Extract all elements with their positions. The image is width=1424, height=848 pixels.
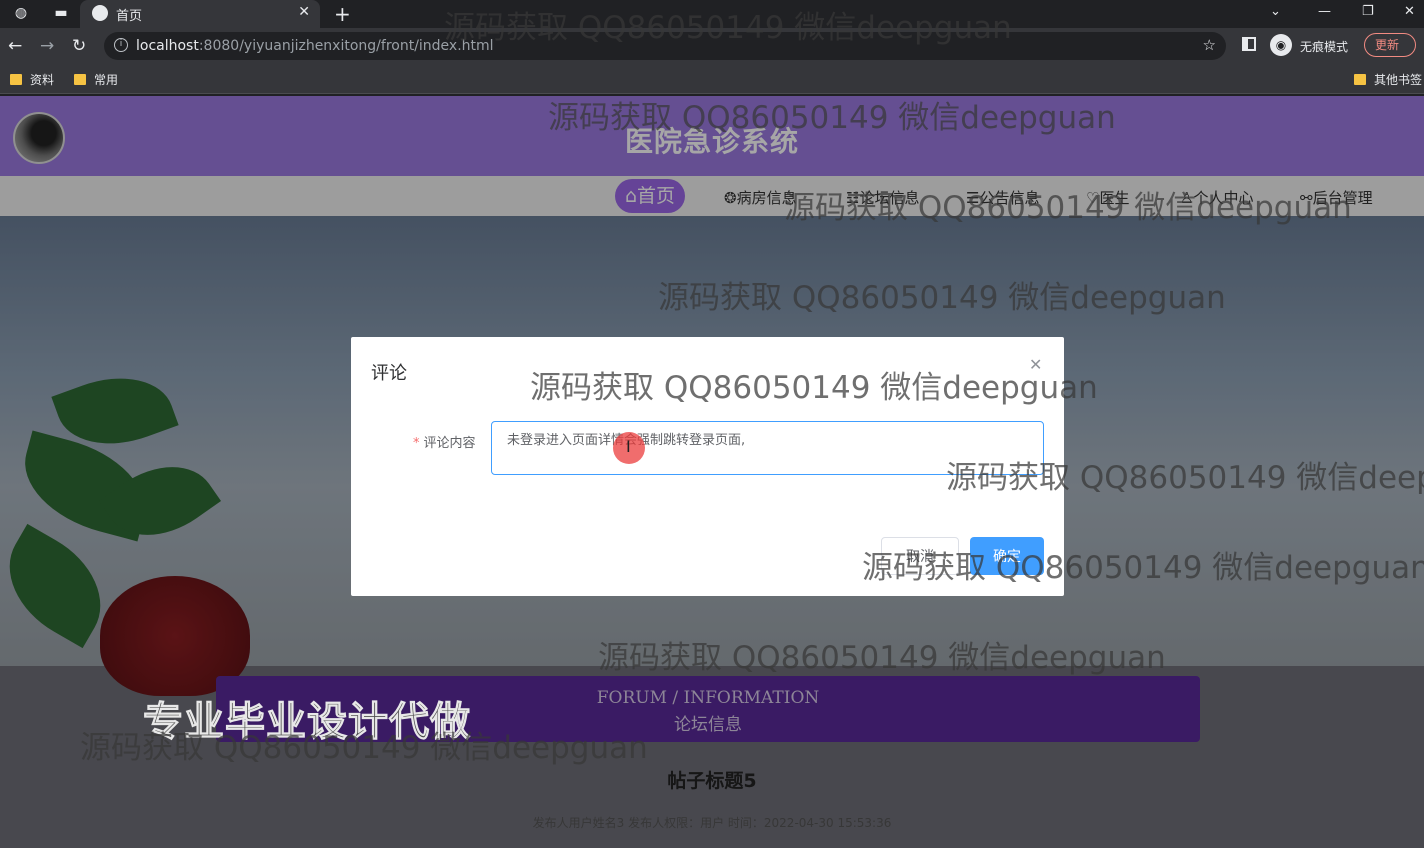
close-window-icon[interactable]: ✕ — [1404, 4, 1415, 19]
folder-icon — [74, 74, 86, 85]
other-bookmarks[interactable]: 其他书签 — [1354, 71, 1422, 88]
folder-icon — [10, 74, 22, 85]
restore-icon[interactable]: ❐ — [1362, 4, 1374, 19]
forward-arrow-icon[interactable]: → — [40, 36, 54, 56]
tab-title: 首页 — [116, 9, 143, 24]
bookmark-folder-changyong[interactable]: 常用 — [74, 71, 118, 88]
incognito-label: 无痕模式 — [1300, 40, 1349, 54]
url-text: localhost:8080/yiyuanjizhenxitong/front/… — [136, 38, 494, 54]
watermark: 源码获取 QQ86050149 微信deepguan — [658, 280, 1226, 316]
dialog-title: 评论 — [371, 363, 407, 384]
watermark: 源码获取 QQ86050149 微信deepguan — [80, 730, 648, 766]
close-icon[interactable]: ✕ — [298, 4, 310, 20]
required-marker: * — [413, 436, 420, 451]
watermark: 源码获取 QQ86050149 微信deepguan — [862, 550, 1424, 586]
globe-icon — [92, 5, 108, 21]
bookmark-star-icon[interactable]: ☆ — [1203, 36, 1216, 54]
watermark: 源码获取 QQ86050149 微信deepguan — [784, 190, 1352, 226]
minimize-icon[interactable]: — — [1318, 4, 1331, 19]
watermark: 源码获取 QQ86050149 微信deepguan — [530, 370, 1098, 406]
new-tab-icon[interactable]: + — [334, 2, 351, 26]
globe-icon[interactable]: ◍ — [10, 4, 32, 22]
bookmarks-bar: 资料 常用 其他书签 — [0, 64, 1424, 94]
update-button[interactable]: 更新 — [1364, 33, 1416, 57]
chevron-down-icon[interactable]: ⌄ — [1270, 4, 1281, 19]
folder-icon — [1354, 74, 1366, 85]
tab-search-icon[interactable]: ▬ — [50, 4, 72, 22]
watermark: 源码获取 QQ86050149 微信deepguan — [548, 100, 1116, 136]
info-icon[interactable]: i — [114, 38, 128, 52]
comment-field-label: * 评论内容 — [413, 436, 476, 451]
watermark: 源码获取 QQ86050149 微信deepguan — [946, 460, 1424, 494]
watermark: 源码获取 QQ86050149 微信deepguan — [444, 10, 1012, 46]
text-cursor-icon: I — [626, 437, 631, 456]
incognito-icon[interactable]: ◉ — [1270, 34, 1292, 56]
back-arrow-icon[interactable]: ← — [8, 36, 22, 56]
reload-icon[interactable]: ↻ — [72, 36, 86, 56]
side-panel-icon[interactable] — [1242, 37, 1256, 51]
watermark: 源码获取 QQ86050149 微信deepguan — [598, 640, 1166, 676]
browser-tab-active[interactable]: 首页 ✕ — [80, 0, 320, 28]
bookmark-folder-ziliao[interactable]: 资料 — [10, 71, 54, 88]
watermark-clip: 源码获取 QQ86050149 微信deepguan — [946, 452, 1424, 494]
